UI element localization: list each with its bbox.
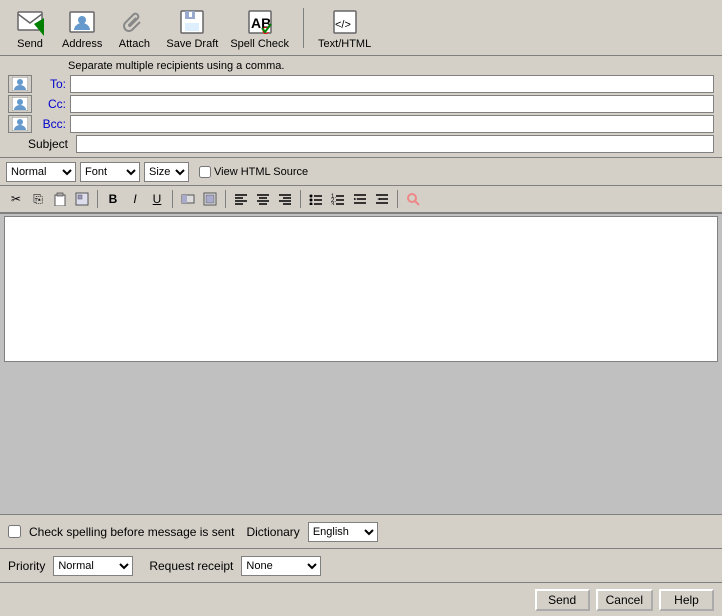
underline-button[interactable]: U: [147, 189, 167, 209]
text-html-icon: </>: [329, 6, 361, 38]
to-row: To:: [8, 75, 714, 93]
edit-toolbar: ✂ ⎘ B I U: [0, 186, 722, 214]
view-html-checkbox[interactable]: [199, 166, 211, 178]
bold-button[interactable]: B: [103, 189, 123, 209]
cc-address-book-icon[interactable]: [8, 95, 32, 113]
priority-bar: Priority Normal High Low Request receipt…: [0, 548, 722, 582]
find-button[interactable]: [403, 189, 423, 209]
attach-button[interactable]: Attach: [112, 4, 156, 52]
receipt-select[interactable]: None Yes: [241, 556, 321, 576]
save-draft-icon: [176, 6, 208, 38]
to-input[interactable]: [70, 75, 714, 93]
edit-sep-5: [397, 190, 398, 208]
edit-sep-4: [300, 190, 301, 208]
spell-check-icon: AB C: [244, 6, 276, 38]
align-right-button[interactable]: [275, 189, 295, 209]
font-select[interactable]: Font Arial Times New Roman: [80, 162, 140, 182]
list-outdent-button[interactable]: [372, 189, 392, 209]
save-draft-button[interactable]: Save Draft: [164, 4, 220, 52]
cut-button[interactable]: ✂: [6, 189, 26, 209]
attach-icon: [118, 6, 150, 38]
main-content: Separate multiple recipients using a com…: [0, 56, 722, 616]
address-icon: [66, 6, 98, 38]
svg-text:</>: </>: [335, 19, 351, 31]
compose-wrapper: [0, 214, 722, 364]
to-address-book-icon[interactable]: [8, 75, 32, 93]
send-action-button[interactable]: Send: [535, 589, 590, 611]
cc-row: Cc:: [8, 95, 714, 113]
spell-check-before-send-label: Check spelling before message is sent: [29, 525, 234, 539]
format-button[interactable]: [72, 189, 92, 209]
list-indent-button[interactable]: [350, 189, 370, 209]
style-inline-button[interactable]: [200, 189, 220, 209]
request-receipt-label: Request receipt: [149, 559, 233, 573]
spacer: [0, 364, 722, 514]
style-block-button[interactable]: [178, 189, 198, 209]
priority-select[interactable]: Normal High Low: [53, 556, 133, 576]
cc-label: Cc:: [34, 97, 66, 111]
format-toolbar: Normal Heading 1 Heading 2 Font Arial Ti…: [0, 158, 722, 186]
svg-text:3.: 3.: [331, 202, 336, 205]
main-toolbar: Send Address Attach Sav: [0, 0, 722, 56]
dictionary-select[interactable]: English French German Spanish: [308, 522, 378, 542]
priority-label: Priority: [8, 559, 45, 573]
compose-area: [4, 216, 718, 362]
recipients-area: Separate multiple recipients using a com…: [0, 56, 722, 158]
size-select[interactable]: Size 8 10 12 14: [144, 162, 189, 182]
edit-sep-3: [225, 190, 226, 208]
subject-input[interactable]: [76, 135, 714, 153]
align-left-button[interactable]: [231, 189, 251, 209]
toolbar-separator: [303, 8, 304, 48]
unordered-list-button[interactable]: [306, 189, 326, 209]
subject-label: Subject: [8, 137, 68, 151]
send-icon: [14, 6, 46, 38]
spell-check-bar: Check spelling before message is sent Di…: [0, 514, 722, 548]
italic-button[interactable]: I: [125, 189, 145, 209]
send-button[interactable]: Send: [8, 4, 52, 52]
compose-textarea[interactable]: [5, 217, 717, 361]
bcc-input[interactable]: [70, 115, 714, 133]
paste-button[interactable]: [50, 189, 70, 209]
bcc-label: Bcc:: [34, 117, 66, 131]
bcc-address-book-icon[interactable]: [8, 115, 32, 133]
help-button[interactable]: Help: [659, 589, 714, 611]
cancel-button[interactable]: Cancel: [596, 589, 653, 611]
view-html-text: View HTML Source: [214, 166, 308, 178]
bcc-row: Bcc:: [8, 115, 714, 133]
text-html-button[interactable]: </> Text/HTML: [316, 4, 373, 52]
cc-input[interactable]: [70, 95, 714, 113]
style-select[interactable]: Normal Heading 1 Heading 2: [6, 162, 76, 182]
dictionary-label: Dictionary: [246, 525, 299, 539]
view-html-label[interactable]: View HTML Source: [199, 166, 308, 178]
align-center-button[interactable]: [253, 189, 273, 209]
edit-sep-2: [172, 190, 173, 208]
to-label: To:: [34, 77, 66, 91]
action-bar: Send Cancel Help: [0, 582, 722, 616]
subject-row: Subject: [8, 135, 714, 153]
address-button[interactable]: Address: [60, 4, 104, 52]
edit-sep-1: [97, 190, 98, 208]
spell-check-before-send-checkbox[interactable]: [8, 525, 21, 538]
copy-button[interactable]: ⎘: [28, 189, 48, 209]
spell-check-button[interactable]: AB C Spell Check: [228, 4, 291, 52]
ordered-list-button[interactable]: 1. 2. 3.: [328, 189, 348, 209]
hint-text: Separate multiple recipients using a com…: [8, 60, 714, 72]
